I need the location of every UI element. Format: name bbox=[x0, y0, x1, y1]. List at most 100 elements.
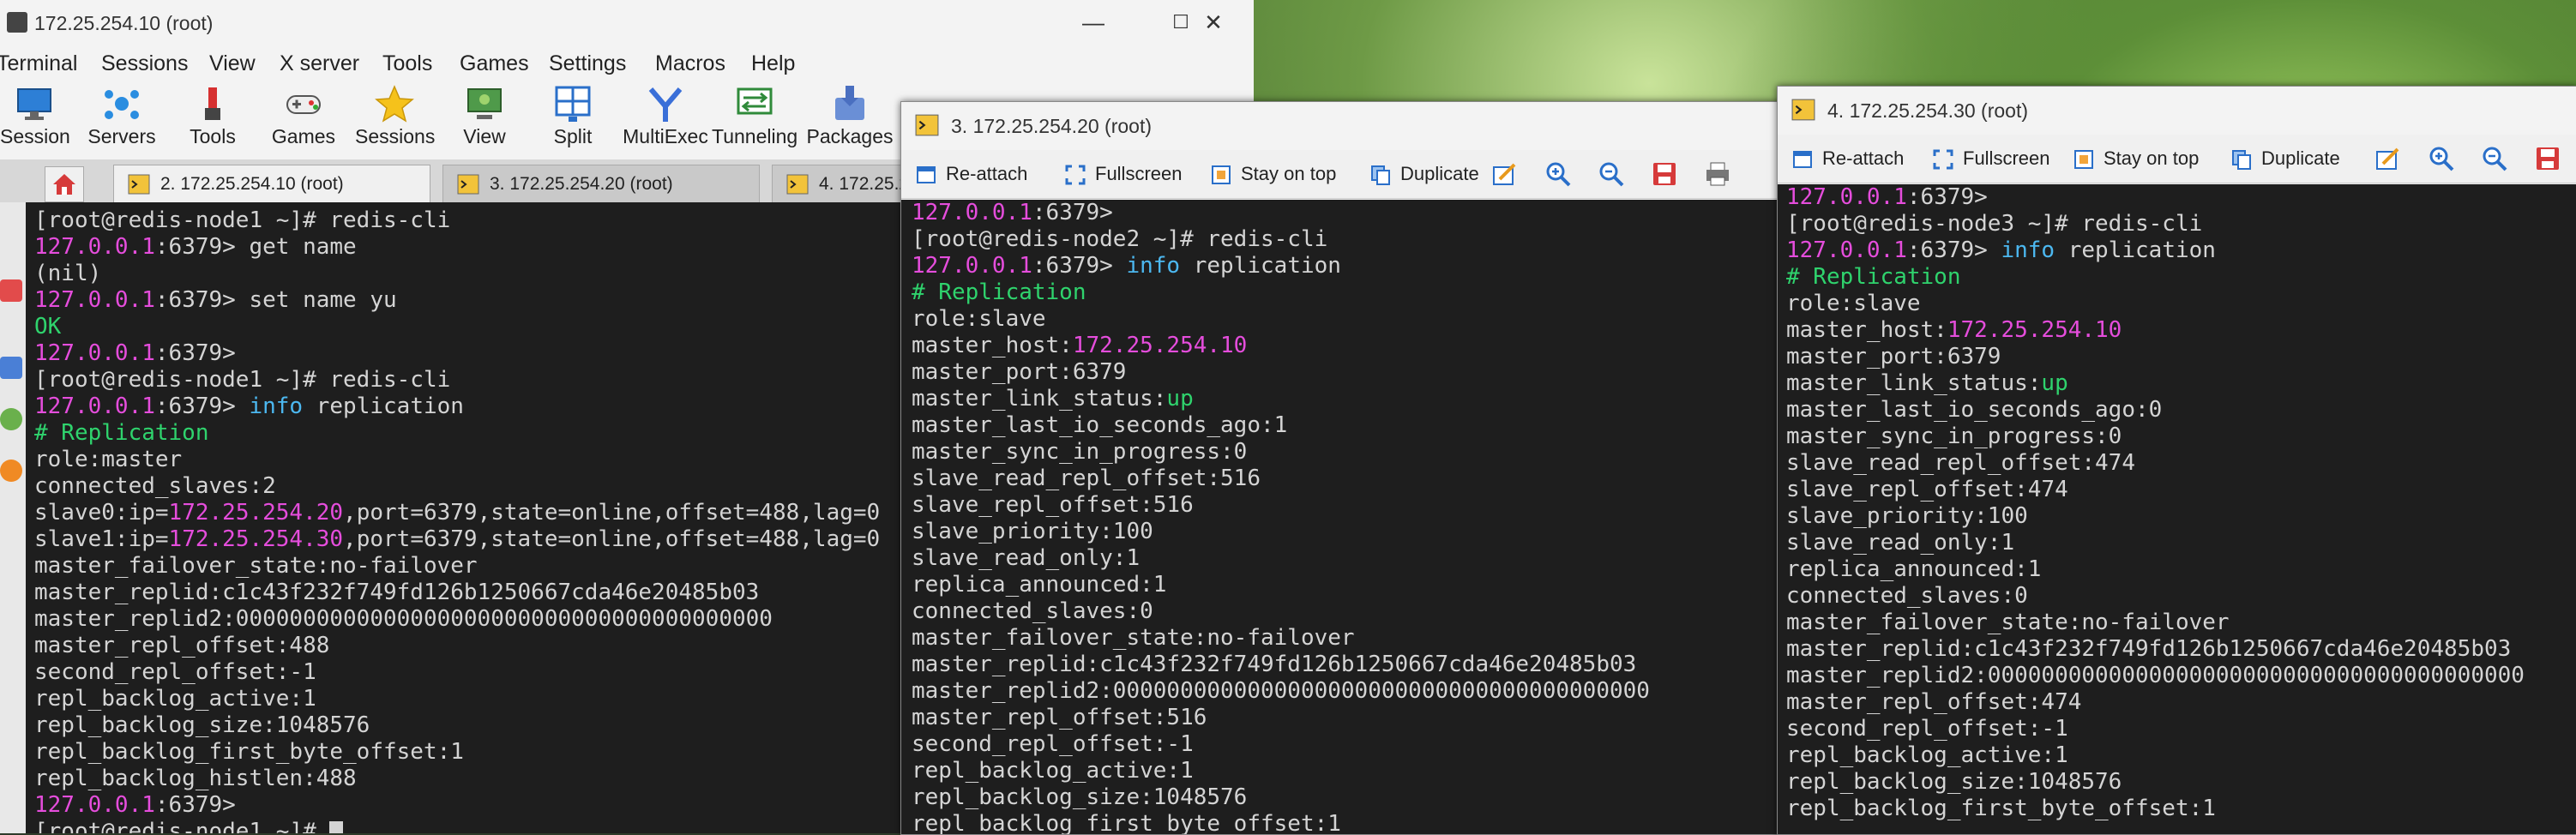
terminal-line: master_repl_offset:474 bbox=[1786, 689, 2576, 716]
duplicate-button[interactable]: Duplicate bbox=[2230, 143, 2340, 174]
tab-session-2[interactable]: 2. 172.25.254.10 (root) bbox=[113, 165, 430, 202]
terminal-line: master_link_status:up bbox=[1786, 370, 2576, 397]
menu-tools[interactable]: Tools bbox=[382, 51, 432, 76]
reattach-icon bbox=[917, 166, 936, 184]
stay-on-top-button[interactable]: Stay on top bbox=[2073, 143, 2199, 174]
zoom-in-icon[interactable] bbox=[2428, 145, 2455, 172]
menu-settings[interactable]: Settings bbox=[549, 51, 626, 76]
terminal-text: master_replid:c1c43f232f749fd126b1250667… bbox=[34, 580, 760, 605]
zoom-out-icon[interactable] bbox=[2481, 145, 2508, 172]
games-button[interactable]: Games bbox=[268, 81, 340, 158]
terminal-text: # Replication bbox=[1786, 264, 1961, 290]
terminal-text: repl_backlog_size:1048576 bbox=[1786, 769, 2122, 795]
pin-icon bbox=[2074, 150, 2093, 170]
terminal-line: # Replication bbox=[912, 279, 1793, 306]
zoom-out-icon[interactable] bbox=[1598, 160, 1625, 188]
pin-icon bbox=[1212, 165, 1231, 185]
menu-macros[interactable]: Macros bbox=[655, 51, 725, 76]
terminal-text: 127.0.0.1 bbox=[1786, 184, 1907, 210]
reattach-button[interactable]: Re-attach bbox=[915, 159, 1027, 189]
terminal-text: 172.25.254.20 bbox=[168, 500, 344, 526]
multiexec-button[interactable]: MultiExec bbox=[623, 81, 708, 158]
title-bar: 4. 172.25.254.30 (root) bbox=[1778, 87, 2576, 135]
terminal-text: :6379> bbox=[154, 340, 236, 366]
menu-view[interactable]: View bbox=[209, 51, 256, 76]
terminal-line: master_replid2:0000000000000000000000000… bbox=[912, 678, 1793, 705]
terminal-text: master_repl_offset:474 bbox=[1786, 689, 2082, 715]
detached-window-3: 3. 172.25.254.20 (root) Re-attach Fullsc… bbox=[900, 101, 1794, 835]
stay-on-top-button[interactable]: Stay on top bbox=[1210, 159, 1336, 189]
terminal-text: 172.25.254.10 bbox=[1947, 317, 2122, 343]
terminal-text: :6379> bbox=[1032, 253, 1127, 279]
terminal-text: ,port=6379,state=online,offset=488,lag=0 bbox=[343, 526, 881, 552]
sidebar-games-icon[interactable] bbox=[0, 460, 22, 482]
menu-games[interactable]: Games bbox=[460, 51, 529, 76]
servers-button[interactable]: Servers bbox=[82, 81, 161, 158]
edit-icon[interactable] bbox=[1491, 160, 1519, 188]
terminal-text: repl_backlog_first_byte_offset:1 bbox=[34, 739, 464, 765]
terminal-text: connected_slaves:0 bbox=[1786, 583, 2028, 609]
terminal-line: master_host:172.25.254.10 bbox=[1786, 317, 2576, 344]
menu-sessions[interactable]: Sessions bbox=[101, 51, 188, 76]
terminal-line: replica_announced:1 bbox=[912, 572, 1793, 598]
terminal-text: master_last_io_seconds_ago:0 bbox=[1786, 397, 2163, 423]
packages-button[interactable]: Packages bbox=[806, 81, 894, 158]
session-button[interactable]: Session bbox=[0, 81, 70, 158]
edit-icon[interactable] bbox=[2374, 145, 2402, 172]
multiexec-icon bbox=[648, 87, 683, 122]
terminal-text: slave_repl_offset:474 bbox=[1786, 477, 2068, 502]
terminal-text: :6379> get name bbox=[154, 234, 357, 260]
menu-help[interactable]: Help bbox=[751, 51, 795, 76]
zoom-in-icon[interactable] bbox=[1544, 160, 1572, 188]
terminal-text: slave1:ip= bbox=[34, 526, 169, 552]
sidebar-macros-icon[interactable] bbox=[0, 357, 22, 379]
terminal-text: up bbox=[2041, 370, 2068, 396]
terminal-line: connected_slaves:0 bbox=[912, 598, 1793, 625]
split-button[interactable]: Split bbox=[545, 81, 600, 158]
terminal-text: 172.25.254.10 bbox=[1072, 333, 1248, 358]
tools-button[interactable]: Tools bbox=[180, 81, 245, 158]
menu-x-server[interactable]: X server bbox=[280, 51, 359, 76]
save-icon[interactable] bbox=[2534, 145, 2561, 172]
terminal-text: repl_backlog_size:1048576 bbox=[34, 712, 370, 738]
menu-terminal[interactable]: Terminal bbox=[0, 51, 77, 76]
terminal-line: [root@redis-node3 ~]# redis-cli bbox=[1786, 211, 2576, 237]
view-icon bbox=[467, 88, 502, 119]
terminal-session-4[interactable]: 127.0.0.1:6379> [root@redis-node3 ~]# red… bbox=[1778, 184, 2576, 834]
close-button[interactable]: ✕ bbox=[1192, 5, 1235, 39]
view-button[interactable]: View bbox=[456, 81, 513, 158]
tab-session-4[interactable]: 4. 172.25.2 bbox=[772, 165, 909, 202]
tab-session-3[interactable]: 3. 172.25.254.20 (root) bbox=[442, 165, 760, 202]
reattach-icon bbox=[1793, 151, 1812, 169]
duplicate-button[interactable]: Duplicate bbox=[1369, 159, 1479, 189]
terminal-session-3[interactable]: 127.0.0.1:6379> [root@redis-node2 ~]# red… bbox=[901, 200, 1793, 834]
packages-icon bbox=[835, 86, 864, 120]
home-tab[interactable] bbox=[45, 166, 84, 202]
terminal-text: master_failover_state:no-failover bbox=[34, 553, 478, 579]
fullscreen-button[interactable]: Fullscreen bbox=[1932, 143, 2049, 174]
terminal-text: master_replid2:0000000000000000000000000… bbox=[34, 606, 773, 632]
terminal-text: second_repl_offset:-1 bbox=[1786, 716, 2068, 742]
duplicate-label: Duplicate bbox=[1400, 163, 1479, 184]
save-icon[interactable] bbox=[1651, 160, 1678, 188]
sidebar-tools-icon[interactable] bbox=[0, 279, 22, 302]
servers-icon bbox=[105, 90, 139, 119]
terminal-line: master_port:6379 bbox=[912, 359, 1793, 386]
fullscreen-button[interactable]: Fullscreen bbox=[1064, 159, 1182, 189]
reattach-button[interactable]: Re-attach bbox=[1791, 143, 1904, 174]
terminal-line: master_sync_in_progress:0 bbox=[912, 439, 1793, 466]
terminal-line: replica_announced:1 bbox=[1786, 556, 2576, 583]
terminal-line: slave_read_only:1 bbox=[912, 545, 1793, 572]
terminal-line: slave_read_only:1 bbox=[1786, 530, 2576, 556]
minimize-button[interactable]: — bbox=[1072, 5, 1115, 39]
terminal-text: [root@redis-node1 ~]# redis-cli bbox=[34, 207, 451, 233]
terminal-line: master_replid:c1c43f232f749fd126b1250667… bbox=[1786, 636, 2576, 663]
print-icon[interactable] bbox=[1704, 160, 1731, 188]
sidebar-sftp-icon[interactable] bbox=[0, 408, 22, 430]
reattach-label: Re-attach bbox=[946, 163, 1028, 184]
terminal-line: repl_backlog_active:1 bbox=[1786, 742, 2576, 769]
tunneling-button[interactable]: Tunneling bbox=[712, 81, 797, 158]
window-title: 3. 172.25.254.20 (root) bbox=[951, 115, 1152, 137]
terminal-text: role:master bbox=[34, 447, 183, 472]
sessions-button[interactable]: Sessions bbox=[355, 81, 435, 158]
